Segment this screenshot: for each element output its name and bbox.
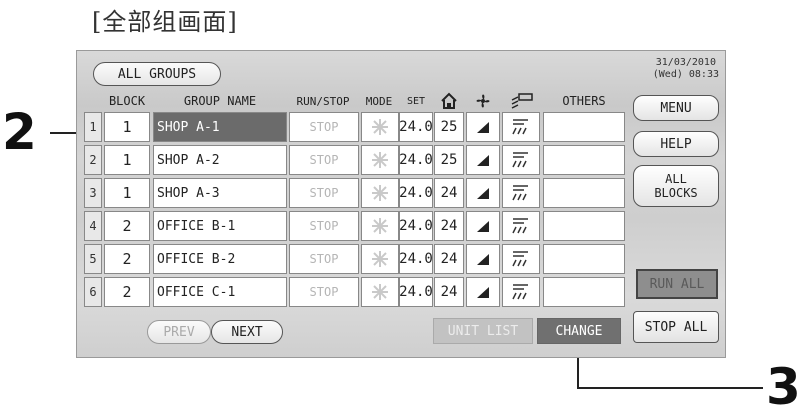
block-cell: 2 <box>104 211 150 241</box>
fan-speed-icon[interactable] <box>466 244 500 274</box>
datetime: 31/03/2010 (Wed) 08:33 <box>653 57 719 81</box>
row-number-button[interactable]: 5 <box>84 244 102 274</box>
group-name-cell[interactable]: OFFICE B-1 <box>153 211 287 241</box>
group-name-cell[interactable]: SHOP A-2 <box>153 145 287 175</box>
header-group-name: GROUP NAME <box>183 94 257 108</box>
block-cell: 1 <box>104 145 150 175</box>
menu-label: MENU <box>660 100 692 116</box>
row-number-button[interactable]: 1 <box>84 112 102 142</box>
set-temp-cell[interactable]: 24.0 <box>399 244 433 274</box>
screen-caption: [全部组画面] <box>92 8 238 36</box>
set-temp-cell[interactable]: 24.0 <box>399 277 433 307</box>
block-cell: 1 <box>104 178 150 208</box>
run-all-label: RUN ALL <box>649 276 705 292</box>
prev-button[interactable]: PREV <box>147 320 211 344</box>
stop-all-label: STOP ALL <box>644 319 708 335</box>
run-stop-button[interactable]: STOP <box>289 244 359 274</box>
run-stop-button[interactable]: STOP <box>289 145 359 175</box>
louver-icon[interactable] <box>502 211 540 241</box>
group-name-cell[interactable]: OFFICE C-1 <box>153 277 287 307</box>
fan-speed-icon[interactable] <box>466 277 500 307</box>
run-stop-button[interactable]: STOP <box>289 211 359 241</box>
header-run-stop: RUN/STOP <box>296 94 350 108</box>
unit-list-button[interactable]: UNIT LIST <box>433 318 533 344</box>
row-number-button[interactable]: 6 <box>84 277 102 307</box>
house-icon <box>434 91 464 111</box>
time-text: (Wed) 08:33 <box>652 69 719 80</box>
snowflake-icon[interactable] <box>361 112 399 142</box>
date-text: 31/03/2010 <box>655 57 716 68</box>
set-temp-cell[interactable]: 24.0 <box>399 145 433 175</box>
louver-icon[interactable] <box>502 178 540 208</box>
louver-icon[interactable] <box>502 244 540 274</box>
next-button[interactable]: NEXT <box>211 320 283 344</box>
touch-screen: ALL GROUPS 31/03/2010 (Wed) 08:33 BLOCK … <box>76 50 726 358</box>
block-cell: 2 <box>104 244 150 274</box>
others-cell <box>543 244 625 274</box>
callout-3: 3 <box>766 358 801 416</box>
others-cell <box>543 277 625 307</box>
room-temp-cell: 24 <box>434 211 464 241</box>
fan-speed-icon[interactable] <box>466 112 500 142</box>
room-temp-cell: 24 <box>434 277 464 307</box>
room-temp-cell: 24 <box>434 178 464 208</box>
group-name-cell[interactable]: SHOP A-3 <box>153 178 287 208</box>
snowflake-icon[interactable] <box>361 244 399 274</box>
run-stop-button[interactable]: STOP <box>289 112 359 142</box>
louver-icon[interactable] <box>502 145 540 175</box>
all-blocks-label-1: ALL <box>665 172 687 186</box>
run-stop-button[interactable]: STOP <box>289 277 359 307</box>
louver-icon[interactable] <box>502 112 540 142</box>
group-name-cell[interactable]: OFFICE B-2 <box>153 244 287 274</box>
header-set: SET <box>406 95 426 107</box>
room-temp-cell: 25 <box>434 112 464 142</box>
run-stop-button[interactable]: STOP <box>289 178 359 208</box>
next-label: NEXT <box>231 324 263 340</box>
fan-speed-icon[interactable] <box>466 178 500 208</box>
change-button[interactable]: CHANGE <box>537 318 621 344</box>
set-temp-cell[interactable]: 24.0 <box>399 211 433 241</box>
block-cell: 2 <box>104 277 150 307</box>
help-button[interactable]: HELP <box>633 131 719 157</box>
stop-all-button[interactable]: STOP ALL <box>633 311 719 343</box>
change-label: CHANGE <box>555 323 603 339</box>
row-number-button[interactable]: 4 <box>84 211 102 241</box>
group-name-cell[interactable]: SHOP A-1 <box>153 112 287 142</box>
snowflake-icon[interactable] <box>361 178 399 208</box>
row-number-button[interactable]: 3 <box>84 178 102 208</box>
header-block: BLOCK <box>108 94 146 108</box>
fan-speed-icon[interactable] <box>466 211 500 241</box>
callout-2: 2 <box>2 103 37 161</box>
others-cell <box>543 211 625 241</box>
all-blocks-label-2: BLOCKS <box>654 186 698 200</box>
snowflake-icon[interactable] <box>361 277 399 307</box>
all-blocks-button[interactable]: ALL BLOCKS <box>633 165 719 207</box>
snowflake-icon[interactable] <box>361 211 399 241</box>
others-cell <box>543 112 625 142</box>
header-mode: MODE <box>365 94 393 108</box>
room-temp-cell: 24 <box>434 244 464 274</box>
row-number-button[interactable]: 2 <box>84 145 102 175</box>
snowflake-icon[interactable] <box>361 145 399 175</box>
callout-3-hline <box>577 387 763 389</box>
others-cell <box>543 145 625 175</box>
set-temp-cell[interactable]: 24.0 <box>399 112 433 142</box>
all-groups-button[interactable]: ALL GROUPS <box>93 62 221 86</box>
block-cell: 1 <box>104 112 150 142</box>
others-cell <box>543 178 625 208</box>
prev-label: PREV <box>163 324 195 340</box>
menu-button[interactable]: MENU <box>633 95 719 121</box>
louver-icon[interactable] <box>502 277 540 307</box>
fan-speed-icon[interactable] <box>466 145 500 175</box>
run-all-button[interactable]: RUN ALL <box>636 269 718 299</box>
unit-list-label: UNIT LIST <box>447 323 519 339</box>
all-groups-label: ALL GROUPS <box>117 66 197 82</box>
help-label: HELP <box>660 136 692 152</box>
fan-icon <box>466 91 500 111</box>
header-others: OTHERS <box>562 94 606 108</box>
louver-icon <box>502 91 542 111</box>
room-temp-cell: 25 <box>434 145 464 175</box>
set-temp-cell[interactable]: 24.0 <box>399 178 433 208</box>
